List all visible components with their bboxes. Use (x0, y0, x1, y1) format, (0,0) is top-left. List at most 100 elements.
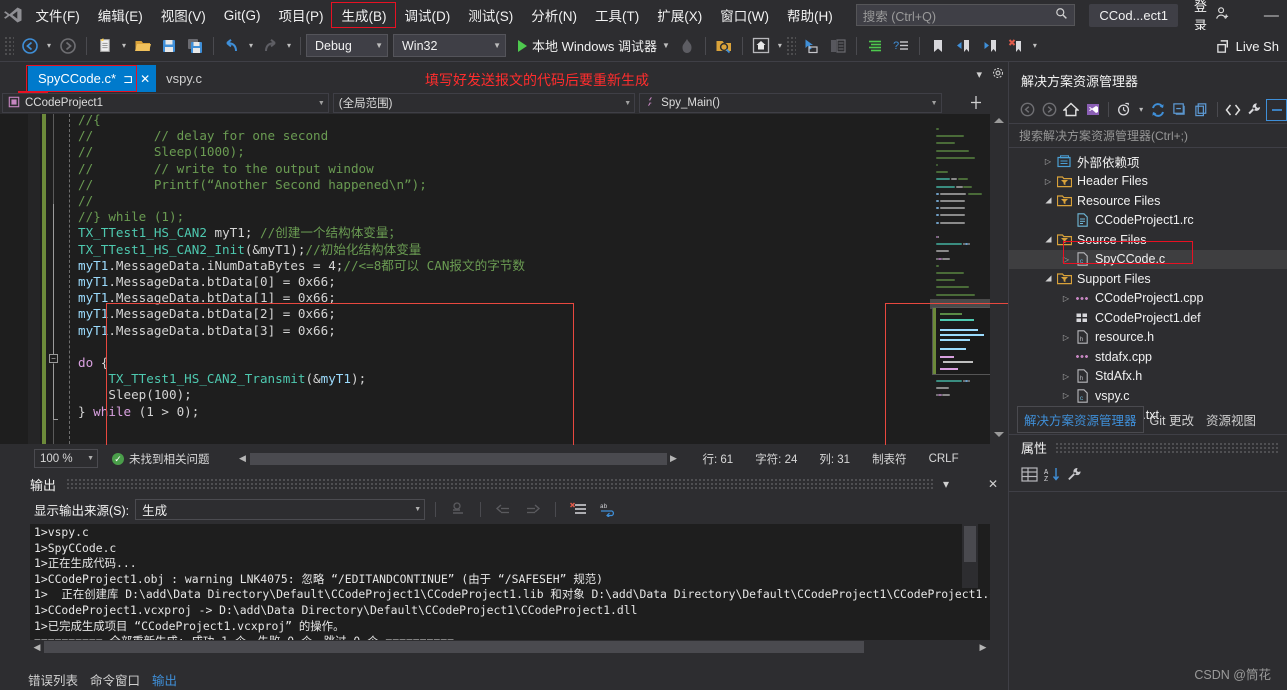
chevron-down-icon[interactable]: ▾ (943, 477, 949, 491)
word-wrap-icon[interactable]: ab (596, 498, 620, 520)
show-all-files-icon[interactable] (1191, 99, 1212, 121)
scroll-thumb[interactable] (44, 641, 864, 653)
chevron-down-icon[interactable]: ▼ (369, 41, 383, 50)
menu-item-11[interactable]: 窗口(W) (711, 3, 778, 27)
solution-panel-tab-0[interactable]: 解决方案资源管理器 (1017, 405, 1144, 433)
go-to-next-icon[interactable] (521, 498, 545, 520)
navbar-member-combo[interactable]: Spy_Main() ▼ (639, 93, 942, 113)
solution-platform-combo[interactable]: Win32 ▼ (393, 34, 506, 57)
toolbar-grip[interactable] (785, 35, 796, 56)
chevron-right-icon[interactable]: ▷ (1041, 177, 1055, 186)
chevron-down-icon[interactable]: ◢ (1044, 233, 1053, 247)
menu-item-6[interactable]: 调试(D) (395, 3, 459, 27)
solution-icon[interactable] (1082, 99, 1103, 121)
chevron-right-icon[interactable]: ▷ (1041, 157, 1055, 166)
navbar-scope-combo[interactable]: (全局范围) ▼ (332, 93, 636, 113)
chevron-right-icon[interactable]: ▷ (1059, 255, 1073, 264)
minimize-button[interactable]: — (1256, 7, 1287, 24)
project-name-chip[interactable]: CCod...ect1 (1089, 3, 1178, 27)
new-file-dropdown-icon[interactable]: ▾ (118, 34, 130, 58)
uncomment-lines-icon[interactable]: ? (888, 34, 914, 58)
select-element-icon[interactable] (799, 34, 825, 58)
navbar-project-combo[interactable]: CCodeProject1 ▼ (2, 93, 329, 113)
forward-icon[interactable] (1039, 99, 1060, 121)
navigate-forward-icon[interactable] (55, 34, 81, 58)
chevron-down-icon[interactable]: ▼ (414, 506, 421, 513)
live-share-button[interactable]: Live Sh (1216, 30, 1279, 62)
back-icon[interactable] (1017, 99, 1038, 121)
find-message-icon[interactable] (446, 498, 470, 520)
clear-bookmarks-icon[interactable] (1003, 34, 1029, 58)
bottom-tab-1[interactable]: 命令窗口 (90, 670, 140, 689)
solution-panel-tab-1[interactable]: Git 更改 (1144, 407, 1200, 432)
scroll-down-icon[interactable] (994, 432, 1004, 437)
bottom-tab-0[interactable]: 错误列表 (28, 670, 78, 689)
properties-icon[interactable] (1244, 99, 1265, 121)
scroll-left-icon[interactable]: ◀ (30, 642, 44, 653)
collapse-all-icon[interactable] (1169, 99, 1190, 121)
menu-item-2[interactable]: 视图(V) (152, 3, 215, 27)
home-window-icon[interactable] (748, 34, 774, 58)
categorized-icon[interactable] (1021, 466, 1038, 487)
menu-item-1[interactable]: 编辑(E) (89, 3, 152, 27)
collapse-region-icon[interactable]: − (49, 354, 58, 363)
save-icon[interactable] (156, 34, 182, 58)
chevron-down-icon[interactable]: ▼ (487, 41, 501, 50)
scroll-thumb[interactable] (249, 452, 667, 465)
undo-icon[interactable] (219, 34, 245, 58)
chevron-down-icon[interactable]: ▾ (1136, 99, 1147, 121)
copy-element-icon[interactable] (825, 34, 851, 58)
panel-grip[interactable] (66, 478, 933, 490)
chevron-down-icon[interactable]: ▼ (662, 41, 670, 50)
tree-item-8[interactable]: CCodeProject1.def (1009, 308, 1287, 328)
previous-bookmark-icon[interactable] (951, 34, 977, 58)
undo-dropdown-icon[interactable]: ▾ (245, 34, 257, 58)
open-file-icon[interactable] (130, 34, 156, 58)
solution-configuration-combo[interactable]: Debug ▼ (306, 34, 388, 57)
sort-alphabetical-icon[interactable]: AZ (1044, 467, 1061, 487)
zoom-level-combo[interactable]: 100 % ▼ (34, 449, 98, 468)
document-tab-1[interactable]: vspy.c (156, 65, 209, 92)
chevron-right-icon[interactable]: ▷ (1059, 333, 1073, 342)
clear-all-icon[interactable] (566, 498, 590, 520)
tree-item-2[interactable]: ◢ Resource Files (1009, 191, 1287, 211)
code-minimap[interactable] (930, 114, 990, 444)
menu-item-8[interactable]: 分析(N) (522, 3, 586, 27)
tree-item-9[interactable]: ▷ h resource.h (1009, 328, 1287, 348)
tree-item-11[interactable]: ▷ h StdAfx.h (1009, 367, 1287, 387)
output-scroll-thumb[interactable] (964, 526, 976, 562)
toggle-bookmark-icon[interactable] (925, 34, 951, 58)
document-tab-0[interactable]: SpyCCode.c* ⊐ ✕ (28, 65, 157, 92)
save-all-icon[interactable] (182, 34, 208, 58)
split-view-icon[interactable] (946, 95, 1006, 111)
tree-item-5[interactable]: ▷ c SpyCCode.c (1009, 249, 1287, 269)
tree-item-0[interactable]: ▷ 外部依赖项 (1009, 152, 1287, 172)
pin-icon[interactable]: ⊐ (123, 73, 133, 85)
home-dropdown-icon[interactable]: ▾ (774, 34, 786, 58)
menu-item-9[interactable]: 工具(T) (586, 3, 648, 27)
scroll-left-icon[interactable]: ◀ (236, 453, 250, 464)
code-editor[interactable]: //{// // delay for one second// Sleep(10… (0, 112, 1010, 533)
chevron-down-icon[interactable]: ▼ (616, 100, 631, 107)
hot-reload-icon[interactable] (674, 34, 700, 58)
bottom-tab-2[interactable]: 输出 (152, 670, 177, 689)
panel-grip[interactable] (1055, 441, 1280, 454)
code-view-icon[interactable] (1223, 99, 1244, 121)
chevron-down-icon[interactable]: ◢ (1044, 194, 1053, 208)
scroll-right-icon[interactable]: ▶ (667, 453, 681, 464)
tree-item-7[interactable]: ▷ CCodeProject1.cpp (1009, 289, 1287, 309)
toolbar-grip[interactable] (4, 35, 14, 56)
issue-status[interactable]: ✓ 未找到相关问题 (112, 451, 210, 467)
solution-explorer-search-input[interactable]: 搜索解决方案资源管理器(Ctrl+;) (1009, 124, 1287, 148)
menu-item-7[interactable]: 测试(S) (459, 3, 522, 27)
output-horizontal-scrollbar[interactable]: ◀ ▶ (30, 640, 990, 654)
chevron-right-icon[interactable]: ▷ (1059, 372, 1073, 381)
scroll-up-icon[interactable] (994, 118, 1004, 123)
editor-horizontal-scrollbar[interactable]: ◀ ▶ (236, 452, 681, 466)
tab-overflow-icon[interactable]: ▾ (976, 68, 982, 81)
chevron-right-icon[interactable]: ▷ (1059, 391, 1073, 400)
close-icon[interactable]: ✕ (988, 477, 998, 491)
toolbar-overflow-icon[interactable]: ▾ (1029, 34, 1041, 58)
output-source-combo[interactable]: 生成 ▼ (135, 498, 426, 520)
redo-icon[interactable] (257, 34, 283, 58)
